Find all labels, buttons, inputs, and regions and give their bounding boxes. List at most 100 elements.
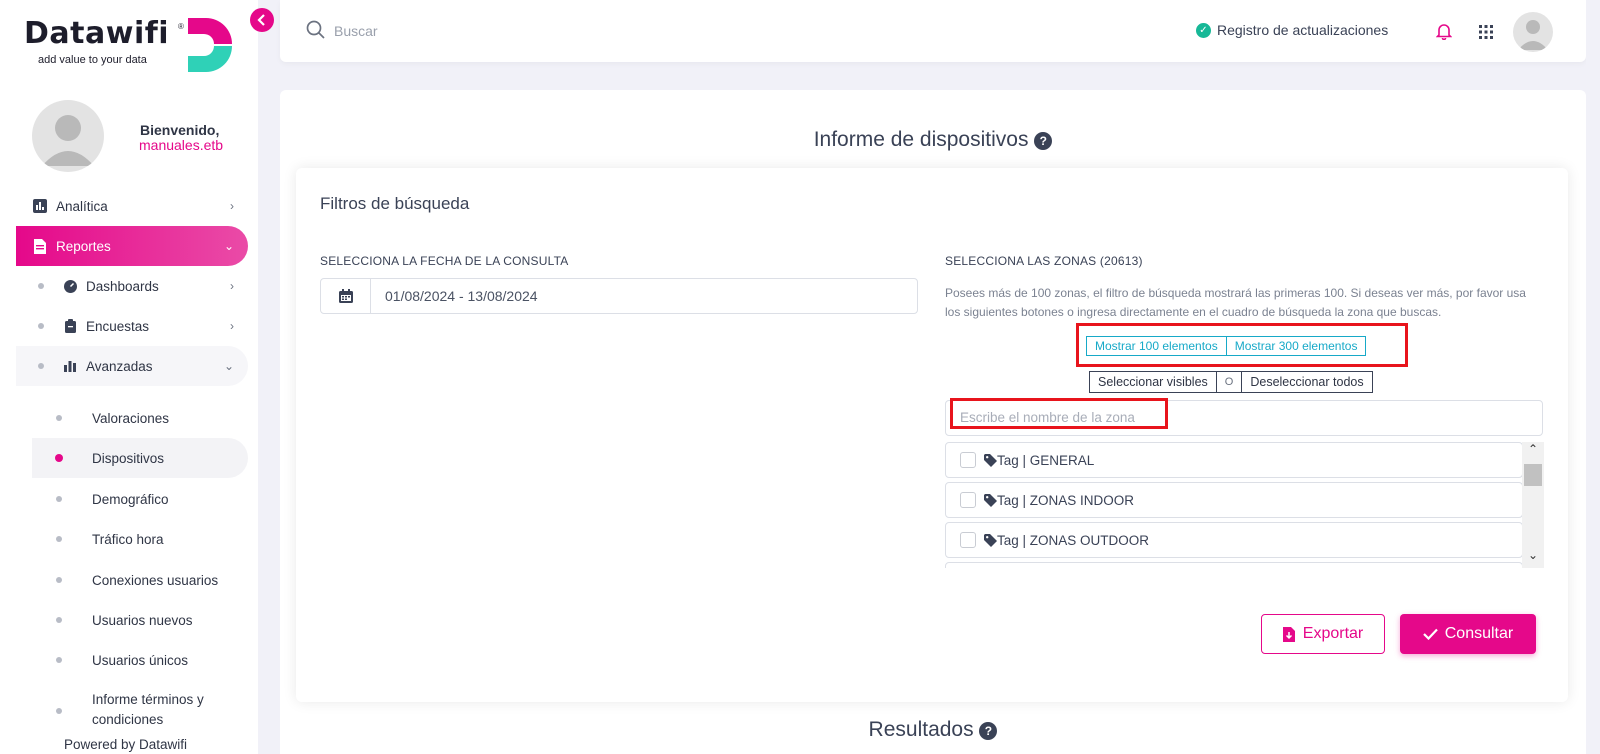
check-circle-icon: ✓ <box>1196 22 1211 38</box>
chevron-right-icon: › <box>230 199 234 213</box>
show-elements-group: Mostrar 100 elementos Mostrar 300 elemen… <box>1086 336 1367 356</box>
bullet-dot <box>56 577 62 583</box>
nav-avanzadas[interactable]: Avanzadas ⌄ <box>16 346 248 386</box>
list-item[interactable]: Tag | ZONAS INDOOR <box>945 482 1523 518</box>
subnav-usuarios-nuevos[interactable]: Usuarios nuevos <box>32 600 248 640</box>
help-icon[interactable]: ? <box>1034 132 1053 150</box>
zone-checkbox[interactable] <box>960 492 976 508</box>
chevron-down-icon: ⌄ <box>223 239 234 253</box>
zone-checkbox[interactable] <box>960 452 976 468</box>
user-avatar[interactable] <box>1513 12 1553 52</box>
select-visible-button[interactable]: Seleccionar visibles <box>1090 372 1216 392</box>
subnav-usuarios-unicos[interactable]: Usuarios únicos <box>32 640 248 680</box>
bullet-dot <box>38 363 44 369</box>
help-icon[interactable]: ? <box>979 722 998 740</box>
date-label: SELECCIONA LA FECHA DE LA CONSULTA <box>320 254 569 268</box>
sidebar: Datawifi ® add value to your data Bienve… <box>0 0 258 754</box>
chevron-down-icon: ⌄ <box>223 359 234 373</box>
highlight-box <box>950 398 1168 429</box>
subnav-label: Demográfico <box>92 491 169 507</box>
chevron-right-icon: › <box>230 279 234 293</box>
bars-icon <box>62 358 78 374</box>
main-panel: Informe de dispositivos ? Filtros de bús… <box>280 90 1586 754</box>
date-range-value: 01/08/2024 - 13/08/2024 <box>385 288 538 304</box>
filters-card: Filtros de búsqueda SELECCIONA LA FECHA … <box>296 168 1568 702</box>
show-100-button[interactable]: Mostrar 100 elementos <box>1087 337 1227 355</box>
search-input[interactable]: Buscar <box>334 23 378 39</box>
apps-grid-icon[interactable] <box>1479 25 1493 39</box>
tag-icon <box>984 493 997 507</box>
nav-encuestas[interactable]: Encuestas › <box>16 306 248 346</box>
scrollbar-thumb[interactable] <box>1524 464 1542 486</box>
zones-scrollbar[interactable]: ⌃ ⌄ <box>1522 442 1544 568</box>
powered-by: Powered by Datawifi <box>64 737 188 752</box>
deselect-all-button[interactable]: Deseleccionar todos <box>1242 372 1371 392</box>
zones-info-text: Posees más de 100 zonas, el filtro de bú… <box>945 286 1526 319</box>
zone-label: Tag | ZONAS INDOOR <box>997 492 1135 508</box>
datawifi-logo[interactable]: Datawifi ® add value to your data <box>24 16 244 76</box>
check-icon <box>1422 628 1438 640</box>
list-item[interactable] <box>945 562 1523 568</box>
document-icon <box>32 238 48 254</box>
bell-icon[interactable] <box>1436 22 1452 40</box>
nav-encuestas-label: Encuestas <box>86 318 150 334</box>
nav-reportes[interactable]: Reportes ⌄ <box>16 226 248 266</box>
subnav-trafico-hora[interactable]: Tráfico hora <box>32 519 248 559</box>
zone-label: Tag | ZONAS OUTDOOR <box>997 532 1150 548</box>
subnav-label: Usuarios únicos <box>92 652 189 668</box>
updates-link[interactable]: ✓ Registro de actualizaciones <box>1196 22 1388 38</box>
list-item[interactable]: Tag | GENERAL <box>945 442 1523 478</box>
chevron-right-icon: › <box>230 319 234 333</box>
date-range-field[interactable]: 01/08/2024 - 13/08/2024 <box>320 278 918 314</box>
export-label: Exportar <box>1302 625 1364 642</box>
export-button[interactable]: Exportar <box>1261 614 1385 654</box>
subnav-conexiones-usuarios[interactable]: Conexiones usuarios <box>32 560 248 600</box>
page-title-text: Informe de dispositivos <box>813 128 1029 151</box>
topbar: Buscar ✓ Registro de actualizaciones <box>280 0 1586 62</box>
chevron-left-icon <box>257 14 265 26</box>
nav-dashboards-label: Dashboards <box>86 278 159 294</box>
tag-icon <box>984 533 997 547</box>
zone-checkbox[interactable] <box>960 532 976 548</box>
dashboard-icon <box>62 278 78 294</box>
logo-tagline: add value to your data <box>38 54 147 66</box>
subnav-dispositivos[interactable]: Dispositivos <box>32 438 248 478</box>
show-300-button[interactable]: Mostrar 300 elementos <box>1227 337 1366 355</box>
subnav-valoraciones[interactable]: Valoraciones <box>32 398 248 438</box>
updates-label: Registro de actualizaciones <box>1217 22 1389 38</box>
subnav-label: Conexiones usuarios <box>92 572 219 588</box>
bullet-dot <box>38 323 44 329</box>
nav-analitica-label: Analítica <box>56 198 108 214</box>
bullet-dot <box>56 536 62 542</box>
nav-avanzadas-label: Avanzadas <box>86 358 153 374</box>
subnav-label: Valoraciones <box>92 410 170 426</box>
subnav-informe-terminos[interactable]: Informe términos y condiciones <box>32 690 248 732</box>
consult-label: Consultar <box>1444 625 1514 642</box>
tag-icon <box>984 453 997 467</box>
consult-button[interactable]: Consultar <box>1400 614 1536 654</box>
page-title: Informe de dispositivos ? <box>280 128 1586 152</box>
zones-label: SELECCIONA LAS ZONAS (20613) <box>945 254 1143 268</box>
zone-label: Tag | GENERAL <box>997 452 1095 468</box>
logo-wordmark: Datawifi <box>24 16 170 51</box>
nav-analitica[interactable]: Analítica › <box>16 186 248 226</box>
subnav-demografico[interactable]: Demográfico <box>32 479 248 519</box>
bullet-dot <box>56 708 62 714</box>
collapse-sidebar-button[interactable] <box>250 8 274 32</box>
calendar-icon <box>321 279 371 313</box>
nav-dashboards[interactable]: Dashboards › <box>16 266 248 306</box>
selection-group: Seleccionar visibles O Deseleccionar tod… <box>1089 371 1373 393</box>
page-scrollbar[interactable] <box>1586 0 1600 754</box>
subnav-label: Dispositivos <box>92 450 165 466</box>
profile-avatar[interactable] <box>32 100 104 172</box>
filters-title: Filtros de búsqueda <box>320 194 470 213</box>
bullet-dot <box>56 617 62 623</box>
scroll-down-icon[interactable]: ⌄ <box>1528 548 1538 562</box>
search-icon[interactable] <box>306 20 326 40</box>
scroll-up-icon[interactable]: ⌃ <box>1528 442 1538 456</box>
nav-reportes-label: Reportes <box>56 238 111 254</box>
bullet-dot <box>56 496 62 502</box>
logo-d-icon <box>188 18 232 72</box>
list-item[interactable]: Tag | ZONAS OUTDOOR <box>945 522 1523 558</box>
bullet-dot <box>56 415 62 421</box>
